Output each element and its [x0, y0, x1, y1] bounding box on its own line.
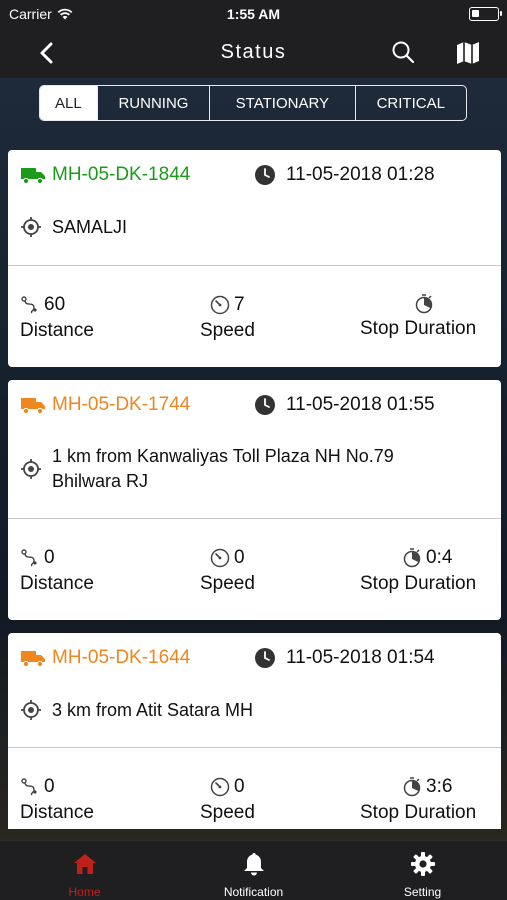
timestamp-row: 11-05-2018 01:28 — [254, 164, 435, 186]
clock-icon — [255, 395, 275, 415]
location-text: SAMALJI — [52, 216, 128, 237]
speed-value: 0 — [234, 776, 245, 797]
location-text: 3 km from Atit Satara MH — [52, 699, 254, 720]
speed-label: Speed — [200, 573, 255, 594]
tab-setting-label: Setting — [403, 885, 442, 899]
bottom-tab-bar: Home Notification Setting — [0, 840, 507, 900]
segment-all[interactable]: ALL — [40, 86, 98, 120]
stop-duration-label: Stop Duration — [360, 802, 477, 823]
distance-metric: 0 Distance — [20, 547, 94, 595]
truck-icon — [21, 168, 45, 184]
distance-value: 0 — [44, 776, 55, 797]
vehicle-card[interactable]: MH-05-DK-1644 11-05-2018 01:54 3 km from… — [8, 633, 501, 829]
distance-label: Distance — [20, 320, 94, 341]
clock-icon — [255, 648, 275, 668]
speedometer-icon — [210, 295, 230, 315]
location-row: SAMALJI — [20, 216, 127, 238]
timestamp: 11-05-2018 01:28 — [286, 164, 435, 185]
location-target-icon — [21, 700, 41, 720]
stop-duration-metric: Stop Duration — [360, 294, 476, 340]
vehicle-plate: MH-05-DK-1844 — [52, 164, 191, 185]
timestamp-row: 11-05-2018 01:54 — [254, 647, 435, 669]
segment-running[interactable]: RUNNING — [98, 86, 211, 120]
stopwatch-icon — [415, 294, 433, 314]
clock-icon — [255, 165, 275, 185]
location-row: 1 km from Kanwaliyas Toll Plaza NH No.79… — [20, 444, 394, 494]
route-icon — [21, 296, 37, 314]
timestamp: 11-05-2018 01:55 — [286, 394, 435, 415]
stop-duration-label: Stop Duration — [360, 573, 477, 594]
vehicle-plate-row: MH-05-DK-1644 — [20, 647, 190, 669]
segment-critical[interactable]: CRITICAL — [356, 86, 466, 120]
stop-duration-label: Stop Duration — [360, 318, 477, 339]
tab-home[interactable]: Home — [0, 841, 169, 900]
timestamp: 11-05-2018 01:54 — [286, 647, 435, 668]
location-target-icon — [21, 217, 41, 237]
location-target-icon — [21, 459, 41, 479]
distance-value: 60 — [44, 294, 66, 315]
tab-home-label: Home — [68, 885, 101, 899]
tab-notification-label: Notification — [223, 885, 284, 899]
distance-metric: 60 Distance — [20, 294, 94, 342]
speed-value: 7 — [234, 294, 245, 315]
route-icon — [21, 549, 37, 567]
speedometer-icon — [210, 548, 230, 568]
speed-metric: 7 Speed — [200, 294, 255, 342]
vehicle-plate-row: MH-05-DK-1844 — [20, 164, 190, 186]
vehicle-plate: MH-05-DK-1644 — [52, 647, 191, 668]
vehicle-card[interactable]: MH-05-DK-1744 11-05-2018 01:55 1 km from… — [8, 380, 501, 620]
location-text-line1: 1 km from Kanwaliyas Toll Plaza NH No.79 — [52, 446, 394, 466]
search-icon[interactable] — [390, 39, 418, 67]
card-divider — [8, 265, 501, 266]
page-title: Status — [220, 41, 287, 63]
speed-label: Speed — [200, 802, 255, 823]
distance-value: 0 — [44, 547, 55, 568]
stopwatch-icon — [403, 777, 421, 797]
speed-label: Speed — [200, 320, 255, 341]
map-icon[interactable] — [454, 39, 482, 67]
location-row: 3 km from Atit Satara MH — [20, 699, 253, 721]
home-icon — [74, 854, 96, 874]
card-divider — [8, 747, 501, 748]
vehicle-plate-row: MH-05-DK-1744 — [20, 394, 190, 416]
vehicle-plate: MH-05-DK-1744 — [52, 394, 191, 415]
vehicle-card[interactable]: MH-05-DK-1844 11-05-2018 01:28 SAMALJI 6… — [8, 150, 501, 367]
stop-duration-metric: 3:6 Stop Duration — [360, 776, 476, 824]
distance-label: Distance — [20, 573, 94, 594]
battery-icon — [469, 7, 502, 21]
speed-metric: 0 Speed — [200, 547, 255, 595]
clock-time: 1:55 AM — [226, 6, 281, 22]
distance-metric: 0 Distance — [20, 776, 94, 824]
tab-notification[interactable]: Notification — [169, 841, 338, 900]
status-filter-segmented-control: ALL RUNNING STATIONARY CRITICAL — [39, 85, 467, 121]
navigation-bar: Status — [0, 28, 507, 78]
tab-setting[interactable]: Setting — [338, 841, 507, 900]
stop-duration-value: 0:4 — [426, 547, 453, 568]
route-icon — [21, 778, 37, 796]
speed-metric: 0 Speed — [200, 776, 255, 824]
speed-value: 0 — [234, 547, 245, 568]
card-divider — [8, 518, 501, 519]
stop-duration-value: 3:6 — [426, 776, 453, 797]
segment-stationary[interactable]: STATIONARY — [210, 86, 356, 120]
status-bar: Carrier 1:55 AM — [0, 0, 507, 28]
stop-duration-metric: 0:4 Stop Duration — [360, 547, 476, 595]
speedometer-icon — [210, 777, 230, 797]
location-text-line2: Bhilwara RJ — [52, 471, 149, 491]
distance-label: Distance — [20, 802, 94, 823]
truck-icon — [21, 398, 45, 414]
stopwatch-icon — [403, 548, 421, 568]
gear-icon — [411, 852, 435, 876]
bell-icon — [244, 853, 264, 876]
truck-icon — [21, 651, 45, 667]
timestamp-row: 11-05-2018 01:55 — [254, 394, 435, 416]
